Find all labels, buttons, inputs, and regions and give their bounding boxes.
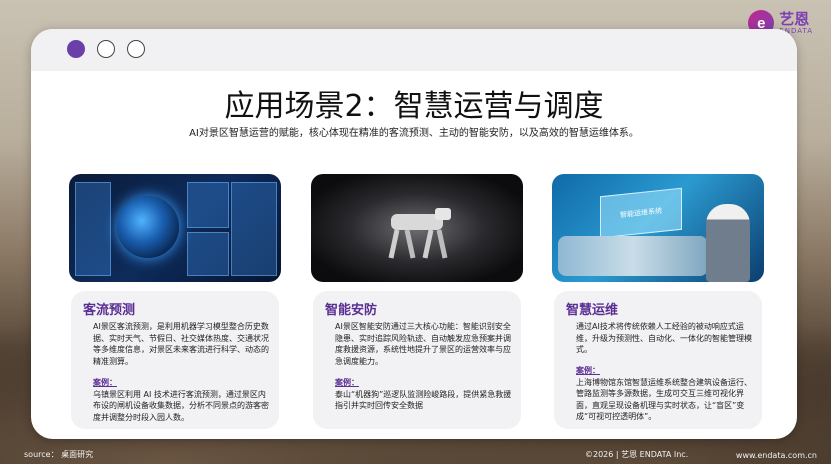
case-label: 案例： <box>335 378 359 387</box>
operations-image: 智能运维系统 <box>552 174 764 282</box>
footer-copyright: ©2026 | 艺恩 ENDATA Inc. <box>585 450 689 459</box>
card-smart-security: 智能安防 AI景区智能安防通过三大核心功能：智能识别安全隐患、实时追踪风险轨迹、… <box>313 291 521 429</box>
slide-window: 应用场景2：智慧运营与调度 AI对景区智慧运营的赋能，核心体现在精准的客流预测、… <box>31 29 797 439</box>
page-subtitle: AI对景区智慧运营的赋能，核心体现在精准的客流预测、主动的智能安防，以及高效的智… <box>189 128 639 139</box>
footer-source: source： 桌面研究 <box>24 450 94 459</box>
case-label: 案例： <box>93 378 117 387</box>
case-text: 泰山“机器狗”巡逻队监测险峻路段，提供紧急救援指引并实时回传安全数据 <box>335 389 512 411</box>
window-titlebar <box>31 29 797 71</box>
footer-website-link[interactable]: www.endata.com.cn <box>736 451 817 460</box>
brand-name-cn: 艺恩 <box>779 9 810 28</box>
page-title: 应用场景2：智慧运营与调度 <box>224 89 604 124</box>
machinery-shape <box>558 236 708 276</box>
window-dot-active-icon[interactable] <box>67 40 85 58</box>
hologram-panel: 智能运维系统 <box>600 187 682 239</box>
card-title: 智慧运维 <box>566 303 619 318</box>
card-case: 案例： 泰山“机器狗”巡逻队监测险峻路段，提供紧急救援指引并实时回传安全数据 <box>335 377 515 412</box>
card-case: 案例： 乌镇景区利用 AI 技术进行客流预测，通过景区内布设的闸机设备收集数据，… <box>93 377 273 423</box>
card-body: 通过AI技术将传统依赖人工经验的被动响应式运维，升级为预测性、自动化、一体化的智… <box>576 322 752 355</box>
dashboard-panel <box>187 232 229 276</box>
card-case: 案例： 上海博物馆东馆智慧运维系统整合建筑设备运行、管路监测等多源数据，生成可交… <box>576 365 756 423</box>
window-dot-icon[interactable] <box>97 40 115 58</box>
card-title: 客流预测 <box>83 303 136 318</box>
globe-icon <box>117 196 179 258</box>
worker-figure <box>706 204 750 282</box>
case-text: 乌镇景区利用 AI 技术进行客流预测，通过景区内布设的闸机设备收集数据，分析不同… <box>93 389 269 422</box>
robot-dog-icon <box>388 208 451 259</box>
card-passenger-flow: 客流预测 AI景区客流预测，是利用机器学习模型整合历史数据、实时天气、节假日、社… <box>71 291 279 429</box>
robot-dog-image <box>311 174 523 282</box>
dashboard-panel <box>75 182 111 276</box>
case-label: 案例： <box>576 366 600 375</box>
dashboard-image <box>69 174 281 282</box>
card-body: AI景区客流预测，是利用机器学习模型整合历史数据、实时天气、节假日、社交媒体热度… <box>93 322 269 366</box>
dashboard-panel <box>231 182 277 276</box>
card-title: 智能安防 <box>325 303 378 318</box>
dashboard-panel <box>187 182 229 228</box>
card-body: AI景区智能安防通过三大核心功能：智能识别安全隐患、实时追踪风险轨迹、自动触发应… <box>335 322 511 366</box>
case-text: 上海博物馆东馆智慧运维系统整合建筑设备运行、管路监测等多源数据，生成可交互三维可… <box>576 377 752 422</box>
card-smart-maintenance: 智慧运维 通过AI技术将传统依赖人工经验的被动响应式运维，升级为预测性、自动化、… <box>554 291 762 429</box>
window-dot-icon[interactable] <box>127 40 145 58</box>
